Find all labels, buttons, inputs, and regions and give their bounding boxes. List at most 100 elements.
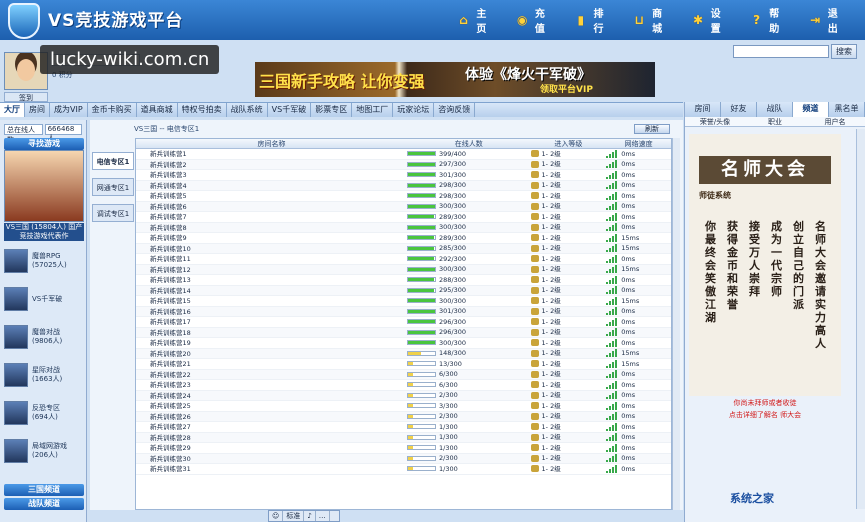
level-text: 1- 2级: [541, 191, 561, 200]
user-col-header[interactable]: 用户名: [805, 117, 865, 126]
search-input[interactable]: [733, 45, 829, 58]
three-kingdoms-channel-button[interactable]: 三国频道: [4, 484, 84, 496]
table-row[interactable]: 新兵训练营22 6/300 1- 2级 0ms: [136, 369, 671, 380]
table-row[interactable]: 新兵训练营30 2/300 1- 2级 0ms: [136, 453, 671, 464]
table-row[interactable]: 新兵训练营24 2/300 1- 2级 0ms: [136, 390, 671, 401]
featured-game-caption[interactable]: VS三国 (15804人) 国产竞技游戏代表作: [4, 223, 84, 241]
right-tab-1[interactable]: 好友: [721, 102, 757, 117]
table-row[interactable]: 新兵训练营18 296/300 1- 2级 0ms: [136, 327, 671, 338]
room-speed: 15ms: [606, 233, 671, 243]
game-item[interactable]: 魔兽RPG (57025人): [4, 246, 84, 276]
table-row[interactable]: 新兵训练营21 13/300 1- 2级 15ms: [136, 359, 671, 370]
table-row[interactable]: 新兵训练营14 295/300 1- 2级 0ms: [136, 285, 671, 296]
tab-2[interactable]: 成为VIP: [50, 103, 88, 117]
table-row[interactable]: 新兵训练营11 292/300 1- 2级 0ms: [136, 254, 671, 265]
table-row[interactable]: 新兵训练营8 300/300 1- 2级 0ms: [136, 222, 671, 233]
zone-2[interactable]: 调试专区1: [92, 204, 134, 222]
occupancy-count: 148/300: [439, 349, 467, 357]
find-game-button[interactable]: 寻找游戏: [4, 138, 84, 150]
table-row[interactable]: 新兵训练营19 300/300 1- 2级 0ms: [136, 338, 671, 349]
table-row[interactable]: 新兵训练营29 1/300 1- 2级 0ms: [136, 443, 671, 454]
col-header[interactable]: 在线人数: [407, 139, 531, 148]
nav-gear[interactable]: ✱ 设置: [689, 6, 730, 35]
table-row[interactable]: 新兵训练营28 1/300 1- 2级 0ms: [136, 432, 671, 443]
table-row[interactable]: 新兵训练营1 399/400 1- 2级 0ms: [136, 149, 671, 160]
table-row[interactable]: 新兵训练营12 300/300 1- 2级 15ms: [136, 264, 671, 275]
room-table-scrollbar[interactable]: [672, 138, 680, 510]
table-row[interactable]: 新兵训练营10 285/300 1- 2级 15ms: [136, 243, 671, 254]
team-channel-button[interactable]: 战队频道: [4, 498, 84, 510]
table-row[interactable]: 新兵训练营15 300/300 1- 2级 15ms: [136, 296, 671, 307]
tab-7[interactable]: VS千军破: [268, 103, 312, 117]
table-row[interactable]: 新兵训练营17 296/300 1- 2级 0ms: [136, 317, 671, 328]
search-button[interactable]: 搜索: [831, 44, 857, 59]
game-item[interactable]: 星际对战 (1663人): [4, 360, 84, 390]
tab-4[interactable]: 道具商城: [137, 103, 178, 117]
right-tab-0[interactable]: 房间: [685, 102, 721, 117]
tab-8[interactable]: 影票专区: [311, 103, 353, 117]
speed-text: 15ms: [621, 296, 640, 305]
right-scrollbar[interactable]: [856, 129, 865, 509]
table-row[interactable]: 新兵训练营27 1/300 1- 2级 0ms: [136, 422, 671, 433]
table-row[interactable]: 新兵训练营25 3/300 1- 2级 0ms: [136, 401, 671, 412]
room-name: 新兵训练营10: [150, 244, 191, 253]
table-row[interactable]: 新兵训练营9 289/300 1- 2级 15ms: [136, 233, 671, 244]
col-header[interactable]: 房间名称: [136, 139, 407, 148]
col-header[interactable]: 网络速度: [606, 139, 671, 148]
signal-icon: [606, 149, 618, 158]
table-row[interactable]: 新兵训练营3 301/300 1- 2级 0ms: [136, 170, 671, 181]
table-row[interactable]: 新兵训练营16 301/300 1- 2级 0ms: [136, 306, 671, 317]
nav-coin[interactable]: ◉ 充值: [514, 6, 555, 35]
nav-cart[interactable]: ⊔ 商城: [631, 6, 672, 35]
refresh-button[interactable]: 刷新: [634, 124, 670, 134]
tab-11[interactable]: 咨询反馈: [434, 103, 476, 117]
rank-icon: ▮: [577, 13, 585, 27]
tab-1[interactable]: 房间: [25, 103, 50, 117]
col-header[interactable]: 进入等级: [531, 139, 607, 148]
nav-help[interactable]: ? 帮助: [748, 6, 789, 35]
zone-1[interactable]: 网通专区1: [92, 178, 134, 196]
table-row[interactable]: 新兵训练营23 6/300 1- 2级 0ms: [136, 380, 671, 391]
featured-game-image[interactable]: [4, 150, 84, 222]
ad-link[interactable]: 点击详细了解名 师大会: [689, 410, 841, 420]
home-icon: ⌂: [459, 13, 468, 27]
tab-10[interactable]: 玩家论坛: [393, 103, 435, 117]
emoji-icon[interactable]: ☺: [269, 511, 284, 521]
game-item[interactable]: 魔兽对战 (9806人): [4, 322, 84, 352]
user-col-header[interactable]: 荣誉/头像: [685, 117, 745, 126]
game-item[interactable]: VS千军破: [4, 284, 84, 314]
checkin-button[interactable]: 签到: [4, 92, 48, 102]
right-tab-3[interactable]: 频道: [793, 102, 829, 117]
nav-rank[interactable]: ▮ 排行: [572, 6, 613, 35]
music-icon[interactable]: ♪: [304, 511, 316, 521]
mentor-ad[interactable]: 名师大会 师徒系统 名师大会邀请实力高人 创立自己的门派 成为一代宗师 接受万人崇拜获…: [689, 134, 841, 396]
nav-home[interactable]: ⌂ 主页: [455, 6, 496, 35]
nav-label: 设置: [710, 9, 721, 35]
occupancy-bar: [407, 298, 437, 304]
game-item[interactable]: 局域网游戏 (206人): [4, 436, 84, 466]
table-row[interactable]: 新兵训练营4 298/300 1- 2级 0ms: [136, 180, 671, 191]
nav-exit[interactable]: ⇥ 退出: [806, 6, 847, 35]
table-row[interactable]: 新兵训练营7 289/300 1- 2级 0ms: [136, 212, 671, 223]
game-item[interactable]: 反恐专区 (694人): [4, 398, 84, 428]
standard-mode-button[interactable]: 标准: [283, 511, 305, 521]
more-icon[interactable]: …: [316, 511, 330, 521]
table-row[interactable]: 新兵训练营31 1/300 1- 2级 0ms: [136, 464, 671, 475]
right-tab-4[interactable]: 黑名单: [829, 102, 865, 117]
table-row[interactable]: 新兵训练营6 300/300 1- 2级 0ms: [136, 201, 671, 212]
table-row[interactable]: 新兵训练营2 297/300 1- 2级 0ms: [136, 159, 671, 170]
level-text: 1- 2级: [541, 370, 561, 378]
tab-5[interactable]: 特权号拍卖: [178, 103, 227, 117]
user-col-header[interactable]: 职业: [745, 117, 805, 126]
zone-0[interactable]: 电信专区1: [92, 152, 134, 170]
tab-9[interactable]: 地图工厂: [352, 103, 394, 117]
table-row[interactable]: 新兵训练营20 148/300 1- 2级 15ms: [136, 348, 671, 359]
table-row[interactable]: 新兵训练营26 2/300 1- 2级 0ms: [136, 411, 671, 422]
tab-3[interactable]: 金币卡购买: [88, 103, 137, 117]
tab-6[interactable]: 战队系统: [227, 103, 268, 117]
promo-banner[interactable]: 三国新手攻略 让你变强 体验《烽火干军破》 领取平台VIP: [255, 62, 655, 97]
table-row[interactable]: 新兵训练营5 298/300 1- 2级 0ms: [136, 191, 671, 202]
right-tab-2[interactable]: 战队: [757, 102, 793, 117]
tab-0[interactable]: 大厅: [0, 103, 25, 117]
table-row[interactable]: 新兵训练营13 288/300 1- 2级 0ms: [136, 275, 671, 286]
